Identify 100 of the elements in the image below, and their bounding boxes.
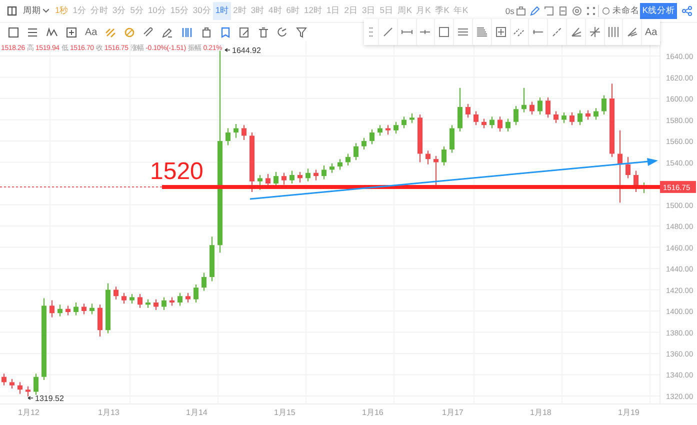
drawing-tool-icon[interactable] bbox=[570, 26, 582, 38]
candlestick bbox=[130, 294, 134, 304]
candlestick bbox=[178, 292, 182, 306]
candlestick bbox=[194, 284, 198, 303]
interval-tab[interactable]: 分时 bbox=[88, 2, 110, 20]
interval-tab[interactable]: 1分 bbox=[70, 2, 88, 20]
candlestick bbox=[466, 103, 470, 118]
analysis-button[interactable]: K线分析 bbox=[640, 3, 677, 19]
candlestick bbox=[434, 155, 438, 186]
candlestick bbox=[570, 112, 574, 126]
lock-icon[interactable] bbox=[201, 26, 212, 38]
support-line[interactable] bbox=[162, 184, 660, 189]
interval-tab[interactable]: 4时 bbox=[266, 2, 284, 20]
date-axis-label: 1月13 bbox=[98, 408, 120, 417]
interval-tab[interactable]: 周K bbox=[395, 2, 414, 20]
plus-box-icon[interactable] bbox=[66, 26, 77, 38]
candlestick bbox=[82, 303, 86, 315]
drawing-tool-icon[interactable] bbox=[626, 26, 638, 38]
candlestick bbox=[554, 110, 558, 124]
drawing-tool-icon[interactable] bbox=[457, 26, 470, 38]
interval-tab[interactable]: 30分 bbox=[190, 2, 214, 20]
interval-tab[interactable]: 2时 bbox=[231, 2, 249, 20]
candlestick bbox=[306, 168, 310, 182]
text-tool[interactable]: Aa bbox=[85, 26, 98, 38]
drag-handle-icon[interactable] bbox=[369, 27, 373, 37]
interval-tab[interactable]: 3分 bbox=[110, 2, 128, 20]
drawing-tool-icon[interactable] bbox=[607, 26, 620, 38]
candlestick bbox=[314, 169, 318, 181]
candlestick bbox=[290, 170, 294, 184]
share-icon[interactable] bbox=[682, 6, 692, 16]
pen-icon[interactable] bbox=[162, 26, 174, 38]
candlestick bbox=[458, 87, 462, 132]
candlestick bbox=[298, 171, 302, 183]
candlestick bbox=[202, 272, 206, 292]
candlestick bbox=[578, 110, 582, 126]
candlestick bbox=[378, 124, 382, 136]
pencil-icon[interactable] bbox=[530, 6, 540, 16]
interval-tab[interactable]: 1时 bbox=[213, 2, 232, 20]
interval-tab[interactable]: 5分 bbox=[128, 2, 146, 20]
chart-type-icon[interactable] bbox=[7, 6, 17, 16]
drawing-tool-icon[interactable] bbox=[382, 26, 394, 38]
period-dropdown[interactable]: 周期 bbox=[22, 5, 50, 17]
interval-tab[interactable]: 1日 bbox=[324, 2, 342, 20]
interval-tab[interactable]: 1秒 bbox=[53, 2, 71, 20]
candlestick bbox=[426, 150, 430, 165]
candlestick bbox=[66, 305, 70, 316]
interval-tab[interactable]: 年K bbox=[451, 2, 470, 20]
interval-tab[interactable]: 月K bbox=[414, 2, 433, 20]
interval-tab[interactable]: 季K bbox=[432, 2, 452, 20]
candlestick bbox=[242, 124, 246, 140]
interval-tab[interactable]: 3时 bbox=[248, 2, 267, 20]
candlestick bbox=[162, 296, 166, 310]
drawing-tool-icon[interactable] bbox=[476, 26, 488, 38]
refresh-interval[interactable]: 0s bbox=[505, 6, 514, 16]
filter-icon[interactable] bbox=[296, 26, 308, 38]
trend-line-arrow[interactable] bbox=[250, 158, 658, 200]
settings-icon[interactable] bbox=[572, 6, 582, 16]
candlestick bbox=[98, 304, 102, 337]
candlestick bbox=[258, 174, 262, 190]
candlestick bbox=[410, 112, 414, 124]
fullscreen-icon[interactable] bbox=[586, 6, 596, 16]
parallel-lines-icon[interactable] bbox=[27, 26, 38, 38]
text-tool[interactable]: Aa bbox=[644, 26, 658, 38]
candlestick bbox=[154, 298, 158, 310]
drawing-tool-icon[interactable] bbox=[588, 26, 601, 38]
candlestick bbox=[602, 94, 606, 115]
candlestick bbox=[26, 386, 30, 398]
date-axis-label: 1月18 bbox=[530, 408, 552, 417]
drawing-tool-icon[interactable] bbox=[551, 26, 564, 38]
bookmark-icon[interactable] bbox=[220, 26, 232, 38]
interval-tab[interactable]: 12时 bbox=[302, 2, 324, 20]
interval-tab[interactable]: 15分 bbox=[168, 2, 191, 20]
candlestick bbox=[282, 172, 286, 186]
edit-icon[interactable] bbox=[239, 26, 250, 38]
window-icon[interactable] bbox=[544, 6, 554, 16]
candlestick bbox=[354, 142, 358, 161]
candlestick bbox=[362, 137, 366, 150]
candlestick bbox=[442, 146, 446, 166]
rectangle-tool-icon[interactable] bbox=[8, 26, 19, 38]
candlestick bbox=[474, 110, 478, 126]
candlestick bbox=[186, 292, 190, 303]
wave-tool-icon[interactable] bbox=[46, 26, 58, 38]
interval-tab[interactable]: 10分 bbox=[146, 2, 168, 20]
drawing-tool-icon[interactable] bbox=[513, 26, 526, 38]
candlestick bbox=[2, 373, 6, 386]
document-icon[interactable] bbox=[558, 6, 568, 16]
interval-tab[interactable]: 3日 bbox=[360, 2, 378, 20]
interval-tab[interactable]: 6时 bbox=[284, 2, 302, 20]
candlestick bbox=[138, 294, 142, 308]
drawing-tool-icon[interactable] bbox=[438, 26, 450, 38]
date-axis-label: 1月17 bbox=[442, 408, 464, 417]
date-axis-label: 1月14 bbox=[186, 408, 208, 417]
interval-tab[interactable]: 5日 bbox=[378, 2, 396, 20]
interval-tab[interactable]: 2日 bbox=[342, 2, 360, 20]
candlestick bbox=[322, 164, 326, 180]
drawing-tool-icon[interactable] bbox=[494, 26, 507, 38]
candlestick bbox=[90, 303, 94, 315]
candlestick bbox=[114, 286, 118, 300]
paperclip-icon[interactable] bbox=[143, 26, 154, 38]
trash-icon[interactable] bbox=[258, 26, 270, 38]
